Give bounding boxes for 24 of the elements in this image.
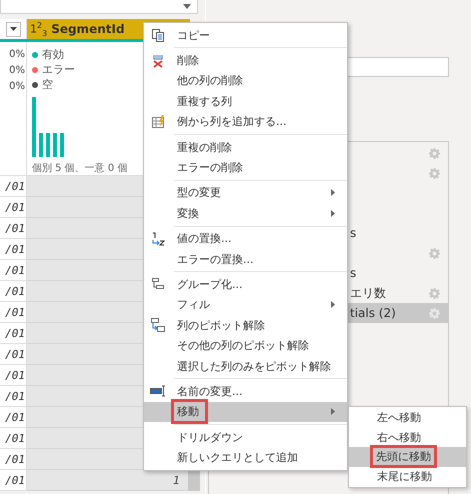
profile-percentage: 0% <box>9 64 26 77</box>
date-cell: /01 <box>0 197 27 218</box>
date-cell: /01 <box>0 323 27 344</box>
profile-summary: 個別 5 個、一意 0 個 <box>32 162 128 175</box>
date-cell: /01 <box>0 386 27 407</box>
date-cell: /01 <box>0 365 27 386</box>
date-cell: /01 <box>0 281 27 302</box>
date-cell: /01 <box>0 176 27 197</box>
date-cell: /01 <box>0 470 27 491</box>
column-title: SegmentId <box>51 22 125 36</box>
date-cell: /01 <box>0 407 27 428</box>
date-cell: /01 <box>0 428 27 449</box>
profile-percentage: 0% <box>9 48 26 61</box>
date-cell: /01 <box>0 344 27 365</box>
date-cell: /01 <box>0 302 27 323</box>
date-cell: /01 <box>0 449 27 470</box>
legend-label: 空 <box>42 77 53 92</box>
date-cell: /01 <box>0 218 27 239</box>
date-cell: /01 <box>0 260 27 281</box>
table-cell: 1 <box>27 470 188 491</box>
legend-label: 有効 <box>42 47 64 62</box>
profile-percentage: 0% <box>9 80 26 93</box>
legend-label: エラー <box>42 62 75 77</box>
date-cell: /01 <box>0 239 27 260</box>
